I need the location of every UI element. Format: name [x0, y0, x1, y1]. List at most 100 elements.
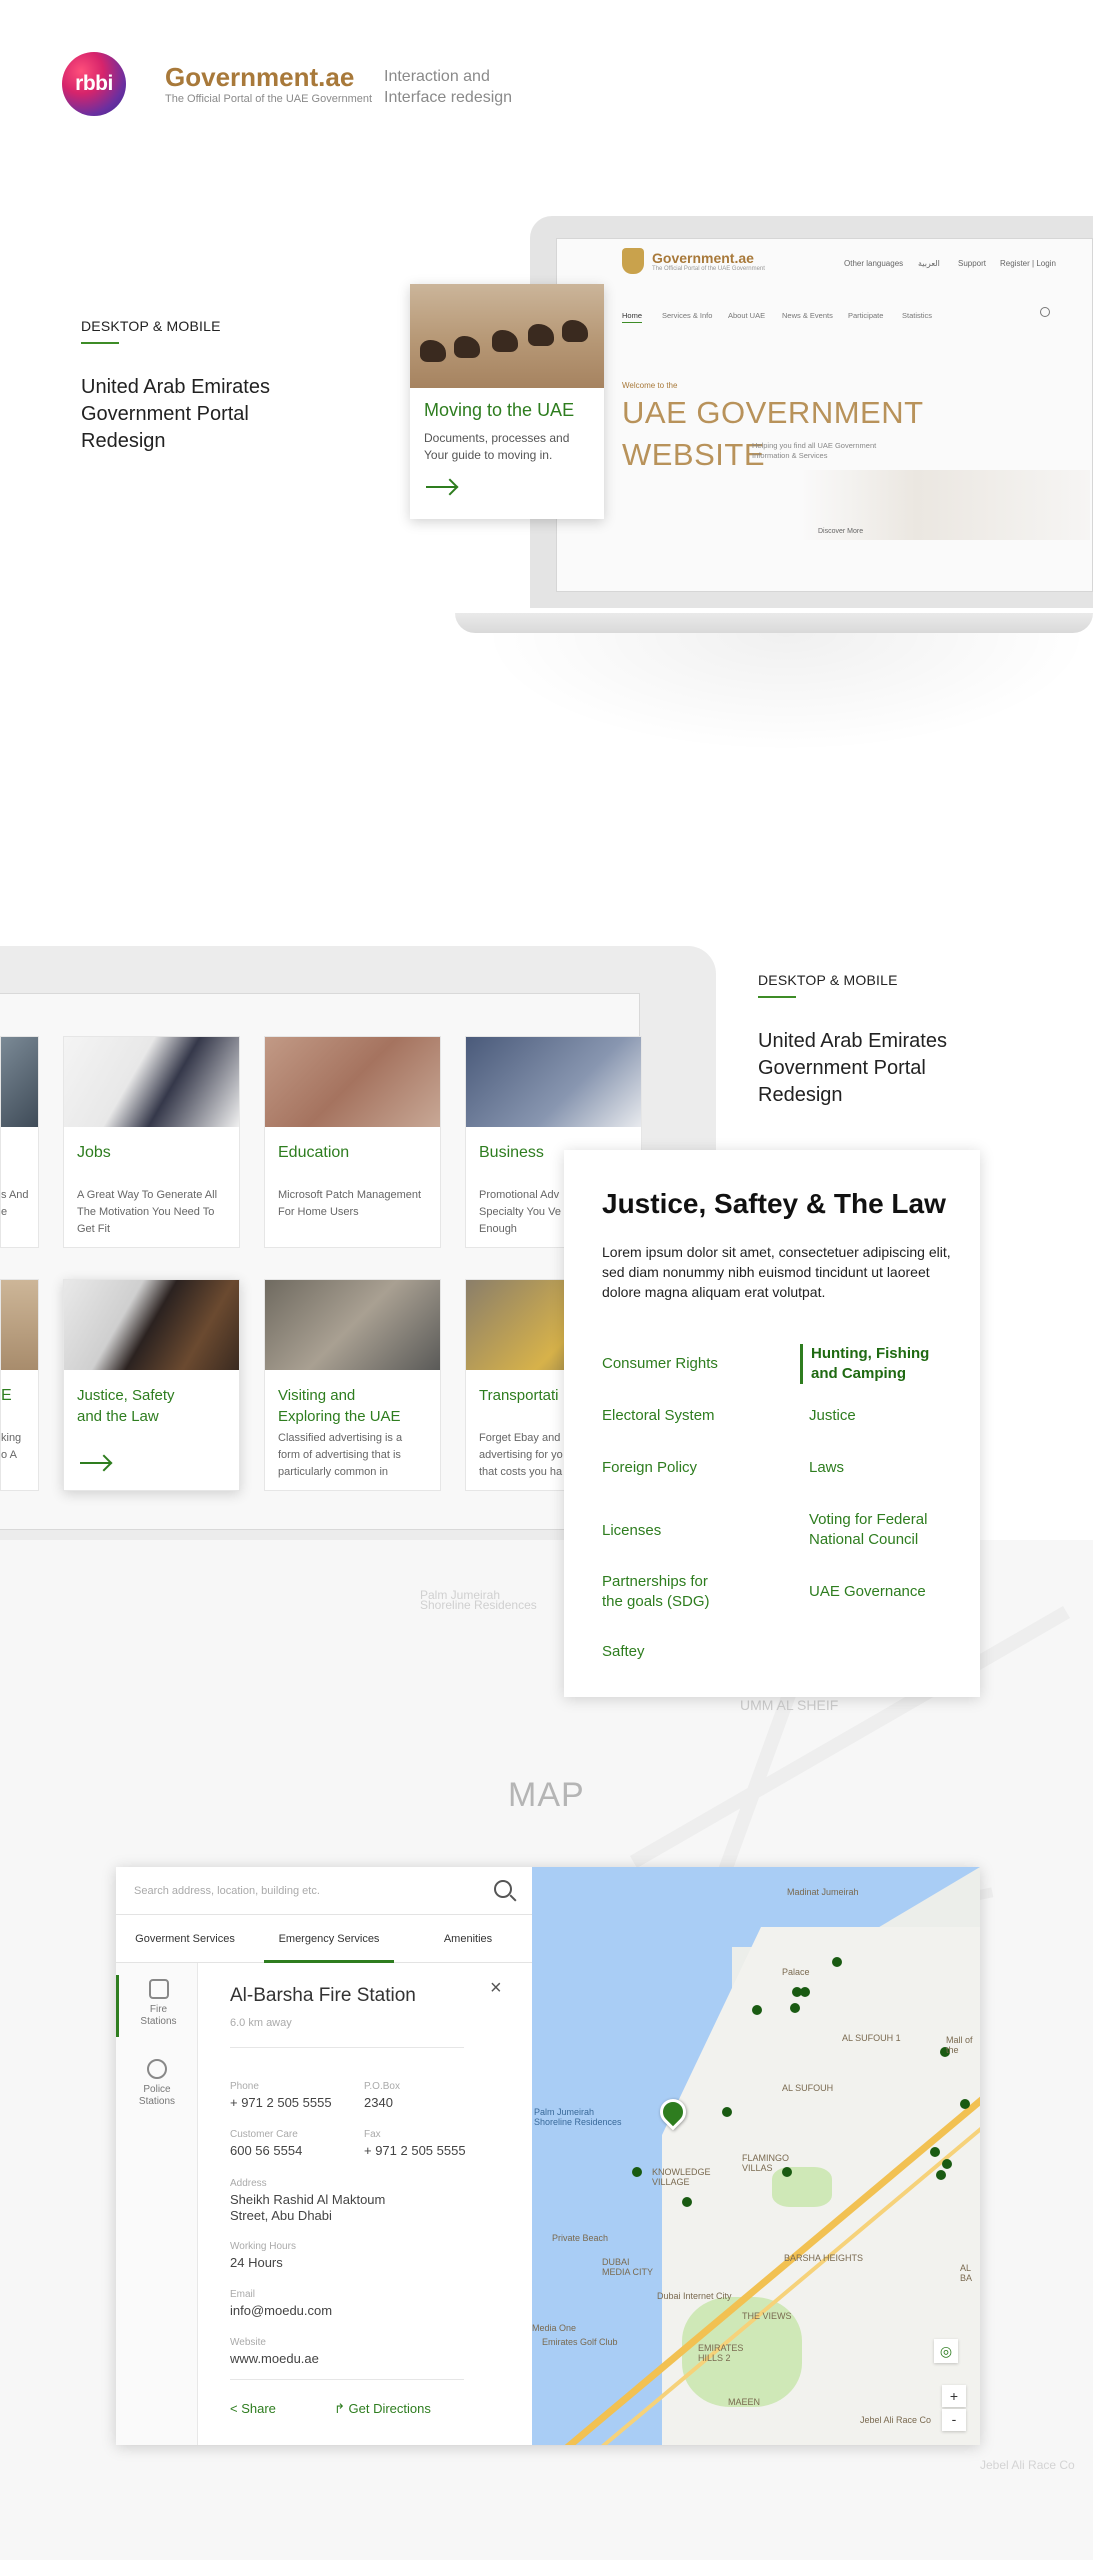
tile-title: Business — [479, 1144, 544, 1161]
section-underline — [81, 342, 119, 344]
park-area — [772, 2167, 832, 2207]
map-place-label: THE VIEWS — [742, 2311, 792, 2321]
nav-news[interactable]: News & Events — [782, 311, 833, 320]
arrow-right-icon[interactable] — [426, 486, 456, 488]
station-marker[interactable] — [752, 2005, 762, 2015]
email-link[interactable]: info@moedu.com — [230, 2303, 332, 2319]
get-directions-button[interactable]: ↱ Get Directions — [334, 2401, 431, 2417]
tile-title: Justice, Safety and the Law — [77, 1387, 175, 1425]
justice-tile[interactable]: Justice, Safety and the Law — [63, 1279, 240, 1491]
map-place-label: Palm Jumeirah Shoreline Residences — [534, 2107, 622, 2127]
link-partnerships[interactable]: Partnerships for the goals (SDG) — [602, 1572, 710, 1612]
tile-image — [1, 1280, 38, 1370]
map-place-label: BARSHA HEIGHTS — [784, 2253, 864, 2263]
register-login-link[interactable]: Register | Login — [1000, 259, 1056, 268]
station-marker[interactable] — [960, 2099, 970, 2109]
zoom-out-button[interactable]: - — [942, 2409, 966, 2431]
education-tile[interactable]: Education Microsoft Patch Management For… — [264, 1036, 441, 1248]
gov-brand-name: Government.ae — [165, 62, 355, 92]
nav-services[interactable]: Services & Info — [662, 311, 712, 320]
arrow-right-icon[interactable] — [80, 1462, 110, 1464]
visiting-tile[interactable]: Visiting and Exploring the UAE Classifie… — [264, 1279, 441, 1491]
map-view[interactable]: Madinat Jumeirah Palace AL SUFOUH 1 Mall… — [532, 1867, 980, 2445]
section-title-line: United Arab Emirates — [758, 1030, 947, 1052]
tile-description: Microsoft Patch Management For Home User… — [278, 1189, 422, 1218]
phone-value: + 971 2 505 5555 — [230, 2095, 332, 2110]
link-licenses[interactable]: Licenses — [602, 1521, 661, 1541]
field-label: Phone — [230, 2081, 259, 2092]
directions-icon: ↱ — [334, 2401, 349, 2416]
hero-title-line-1: UAE GOVERNMENT — [622, 395, 924, 430]
tile-title: Visiting and Exploring the UAE — [278, 1387, 401, 1425]
search-bar[interactable]: Search address, location, building etc. — [116, 1867, 532, 1915]
project-note-line-2: Interface redesign — [384, 89, 513, 106]
link-laws[interactable]: Laws — [809, 1458, 844, 1478]
tab-amenities[interactable]: Amenities — [404, 1915, 532, 1963]
zoom-in-button[interactable]: + — [942, 2385, 966, 2407]
section-title-line: Government Portal — [758, 1057, 926, 1079]
link-hunting-fishing[interactable]: Hunting, Fishing and Camping — [800, 1344, 929, 1384]
project-note-line-1: Interaction and — [384, 68, 490, 85]
uae-emblem-icon — [622, 248, 644, 274]
field-label: P.O.Box — [364, 2081, 400, 2092]
map-place-label: Private Beach — [552, 2233, 609, 2243]
search-icon[interactable] — [1040, 307, 1050, 317]
field-label: Email — [230, 2289, 256, 2300]
address-value: Sheikh Rashid Al Maktoum Street, Abu Dha… — [230, 2192, 386, 2223]
other-languages-link[interactable]: Other languages — [844, 259, 903, 268]
search-input[interactable]: Search address, location, building etc. — [134, 1885, 320, 1897]
link-consumer-rights[interactable]: Consumer Rights — [602, 1354, 718, 1374]
panel-description: Lorem ipsum dolor sit amet, consectetuer… — [602, 1244, 951, 1300]
jobs-tile[interactable]: Jobs A Great Way To Generate All The Mot… — [63, 1036, 240, 1248]
card-description: Documents, processes and Your guide to m… — [424, 431, 570, 462]
section-title-line: Government Portal — [81, 403, 249, 425]
nav-home[interactable]: Home — [622, 311, 643, 323]
map-place-label: MAEEN — [728, 2397, 761, 2407]
support-link[interactable]: Support — [958, 259, 986, 268]
tile-image — [466, 1037, 641, 1127]
tile-image — [1, 1037, 38, 1127]
nav-participate[interactable]: Participate — [848, 311, 883, 320]
website-logo[interactable]: Government.ae — [652, 250, 754, 266]
link-justice[interactable]: Justice — [809, 1406, 856, 1426]
link-voting[interactable]: Voting for Federal National Council — [809, 1510, 927, 1550]
station-marker[interactable] — [722, 2107, 732, 2117]
rail-police-stations[interactable]: Police Stations — [116, 2055, 198, 2112]
camel-caravan-image — [410, 284, 604, 388]
station-marker[interactable] — [942, 2159, 952, 2169]
share-button[interactable]: < Share — [230, 2401, 276, 2416]
discover-more-button[interactable]: Discover More — [818, 528, 863, 535]
station-marker[interactable] — [930, 2147, 940, 2157]
locate-me-icon[interactable]: ◎ — [934, 2339, 958, 2363]
map-place-label: Mall of the — [946, 2035, 973, 2055]
section-label: DESKTOP & MOBILE — [758, 972, 898, 988]
nav-statistics[interactable]: Statistics — [902, 311, 932, 320]
station-marker[interactable] — [936, 2170, 946, 2180]
card-title: Moving to the UAE — [424, 400, 575, 420]
station-marker[interactable] — [800, 1987, 810, 1997]
link-saftey[interactable]: Saftey — [602, 1642, 645, 1662]
station-marker[interactable] — [632, 2167, 642, 2177]
police-station-icon — [147, 2059, 167, 2079]
directions-label: Get Directions — [348, 2401, 431, 2416]
service-tile[interactable]: s And e — [0, 1036, 39, 1248]
close-icon[interactable]: × — [490, 1977, 502, 2000]
rail-fire-stations[interactable]: Fire Stations — [116, 1975, 198, 2037]
station-marker[interactable] — [682, 2197, 692, 2207]
tab-government-services[interactable]: Goverment Services — [116, 1915, 254, 1963]
link-electoral-system[interactable]: Electoral System — [602, 1406, 715, 1426]
station-marker[interactable] — [832, 1957, 842, 1967]
website-link[interactable]: www.moedu.ae — [230, 2351, 319, 2367]
link-uae-governance[interactable]: UAE Governance — [809, 1582, 926, 1602]
link-foreign-policy[interactable]: Foreign Policy — [602, 1458, 697, 1478]
tile-title: Transportati — [479, 1387, 559, 1404]
service-tile[interactable]: E king o A — [0, 1279, 39, 1491]
arabic-link[interactable]: العربية — [918, 259, 940, 268]
station-marker[interactable] — [790, 2003, 800, 2013]
section-underline — [758, 996, 796, 998]
nav-about[interactable]: About UAE — [728, 311, 765, 320]
moving-to-uae-card[interactable]: Moving to the UAE Documents, processes a… — [410, 284, 604, 519]
field-label: Working Hours — [230, 2241, 296, 2252]
tab-emergency-services[interactable]: Emergency Services — [264, 1915, 394, 1963]
search-icon[interactable] — [494, 1880, 512, 1898]
